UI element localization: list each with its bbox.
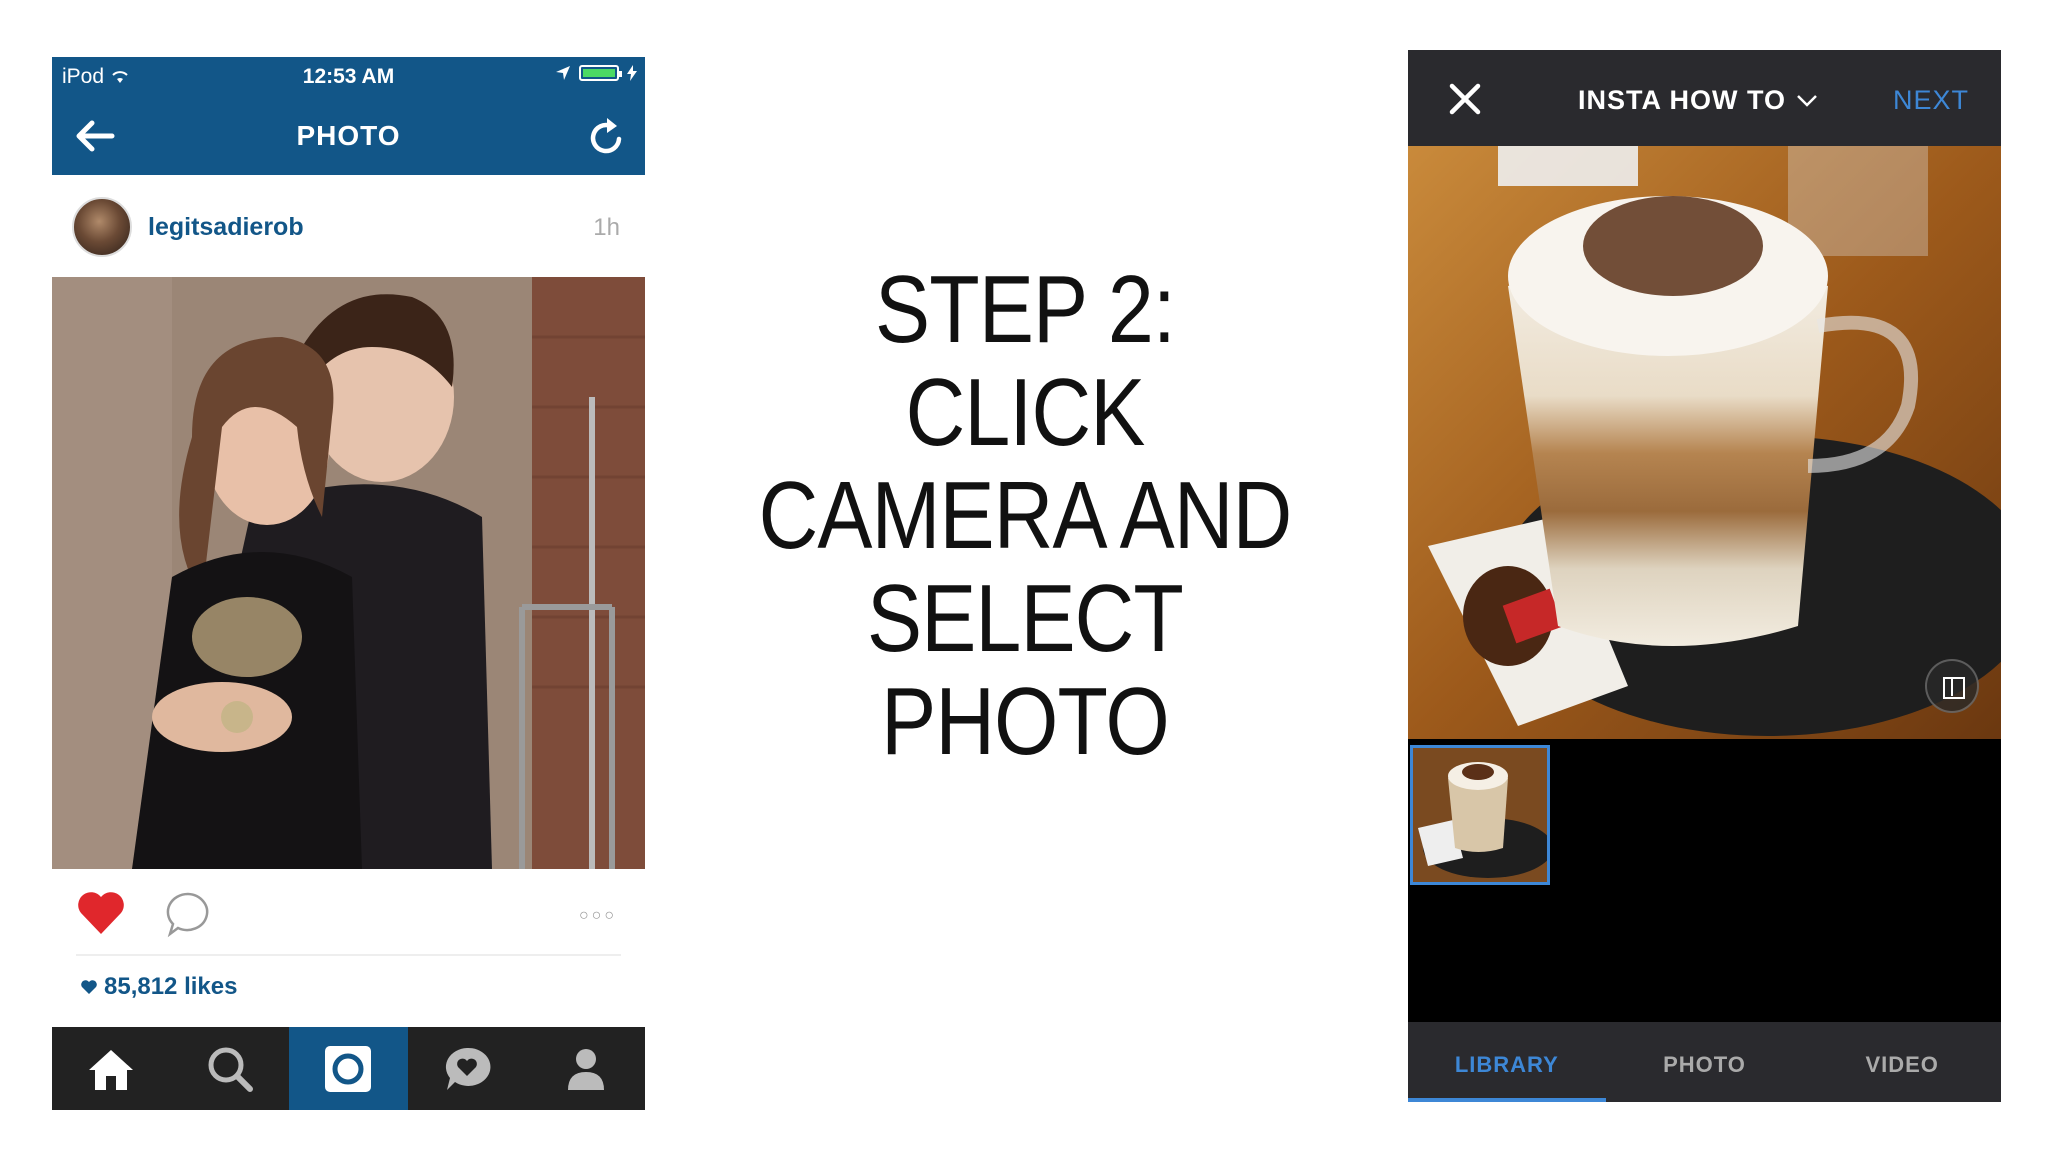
tab-profile[interactable] bbox=[526, 1027, 645, 1110]
chevron-down-icon bbox=[1797, 94, 1817, 107]
search-icon bbox=[208, 1047, 253, 1092]
couple-photo-illustration bbox=[52, 277, 645, 869]
divider bbox=[76, 954, 621, 956]
close-icon[interactable] bbox=[1448, 82, 1482, 116]
instruction-line: SELECT bbox=[866, 565, 1184, 672]
thumbnail-image bbox=[1413, 748, 1547, 882]
tab-camera[interactable] bbox=[289, 1027, 408, 1110]
picker-tab-bar: LIBRARY PHOTO VIDEO bbox=[1408, 1022, 2001, 1102]
status-bar: iPod 12:53 AM bbox=[52, 57, 645, 97]
tab-activity[interactable] bbox=[408, 1027, 527, 1110]
album-title: INSTA HOW TO bbox=[1578, 85, 1786, 115]
post-actions: ○○○ bbox=[52, 885, 645, 945]
camera-icon bbox=[325, 1045, 372, 1092]
picker-header: INSTA HOW TO NEXT bbox=[1408, 50, 2001, 146]
tab-video[interactable]: VIDEO bbox=[1803, 1022, 2001, 1102]
more-options-icon[interactable]: ○○○ bbox=[579, 907, 617, 925]
comment-icon[interactable] bbox=[164, 890, 212, 938]
activity-icon bbox=[446, 1047, 491, 1090]
post-header: legitsadierob 1h bbox=[52, 197, 645, 267]
home-icon bbox=[89, 1049, 134, 1090]
tab-home[interactable] bbox=[52, 1027, 171, 1110]
likes-label: 85,812 likes bbox=[104, 973, 238, 1000]
charging-icon bbox=[627, 65, 637, 81]
post-timestamp: 1h bbox=[593, 214, 620, 241]
likes-count[interactable]: 85,812 likes bbox=[80, 973, 237, 1001]
instruction-line: STEP 2: bbox=[875, 256, 1176, 363]
selected-photo-preview[interactable] bbox=[1408, 146, 2001, 739]
coffee-photo-illustration bbox=[1408, 146, 2001, 739]
instruction-line: PHOTO bbox=[881, 668, 1170, 775]
like-heart-icon[interactable] bbox=[76, 890, 126, 936]
avatar[interactable] bbox=[72, 197, 132, 257]
album-selector[interactable]: INSTA HOW TO bbox=[1578, 85, 1818, 116]
post-photo[interactable] bbox=[52, 277, 645, 869]
photo-picker-screen: INSTA HOW TO NEXT LIBRARY PHOTO VIDEO bbox=[1408, 50, 2001, 1102]
step-instruction: STEP 2: CLICK CAMERA AND SELECT PHOTO bbox=[728, 258, 1321, 773]
next-button[interactable]: NEXT bbox=[1893, 85, 1969, 116]
post-username[interactable]: legitsadierob bbox=[148, 213, 304, 242]
instruction-line: CAMERA AND bbox=[758, 462, 1293, 569]
battery-icon bbox=[579, 65, 622, 81]
navigation-bar: PHOTO bbox=[52, 97, 645, 175]
tab-search[interactable] bbox=[171, 1027, 290, 1110]
small-heart-icon bbox=[81, 980, 97, 994]
instagram-feed-screen: iPod 12:53 AM PHOTO legitsadierob 1h ○○○… bbox=[52, 57, 645, 1110]
library-thumbnail-selected[interactable] bbox=[1410, 745, 1550, 885]
tab-library[interactable]: LIBRARY bbox=[1408, 1022, 1606, 1102]
caption-partial bbox=[80, 1019, 610, 1027]
instruction-line: CLICK bbox=[905, 359, 1146, 466]
bottom-tab-bar bbox=[52, 1027, 645, 1110]
profile-icon bbox=[567, 1048, 604, 1090]
crop-toggle-button[interactable] bbox=[1925, 659, 1979, 713]
location-arrow-icon bbox=[556, 66, 570, 80]
refresh-icon[interactable] bbox=[587, 113, 627, 157]
page-title: PHOTO bbox=[296, 120, 401, 151]
tab-photo[interactable]: PHOTO bbox=[1606, 1022, 1804, 1102]
